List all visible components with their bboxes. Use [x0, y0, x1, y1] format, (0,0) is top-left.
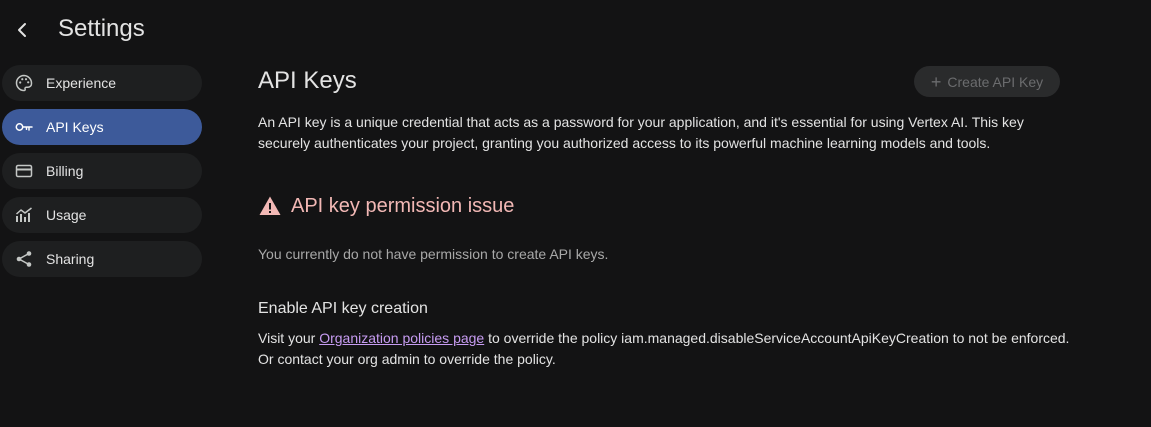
- share-icon: [14, 249, 34, 269]
- permission-warning: API key permission issue: [258, 193, 514, 219]
- plus-icon: +: [930, 71, 942, 92]
- arrow-back-icon: [18, 23, 26, 37]
- palette-icon: [14, 73, 34, 93]
- api-key-description: An API key is a unique credential that a…: [258, 114, 1024, 151]
- back-button[interactable]: [8, 14, 36, 46]
- enable-text-line2: Or contact your org admin to override th…: [258, 351, 556, 367]
- sidebar-item-billing[interactable]: Billing: [2, 153, 202, 189]
- page-title: Settings: [58, 15, 145, 42]
- create-api-key-label: Create API Key: [947, 73, 1044, 90]
- enable-section-title: Enable API key creation: [258, 300, 428, 317]
- enable-instructions: Visit your Organization policies page to…: [258, 328, 1088, 370]
- sidebar-item-label: API Keys: [46, 119, 104, 135]
- sidebar-item-label: Billing: [46, 163, 84, 179]
- create-api-key-button[interactable]: + Create API Key: [914, 66, 1060, 97]
- sidebar-item-api-keys[interactable]: API Keys: [2, 109, 202, 145]
- sidebar: Experience API Keys Billing Usage Sharin…: [2, 65, 202, 285]
- key-icon: [14, 117, 34, 137]
- organization-policies-link[interactable]: Organization policies page: [319, 330, 484, 346]
- sidebar-item-experience[interactable]: Experience: [2, 65, 202, 101]
- enable-text-after: to override the policy iam.managed.disab…: [484, 330, 1070, 346]
- enable-text-before: Visit your: [258, 330, 320, 346]
- permission-message: You currently do not have permission to …: [258, 246, 609, 262]
- bar-chart-icon: [14, 205, 34, 225]
- sidebar-item-label: Sharing: [46, 251, 95, 267]
- sidebar-item-usage[interactable]: Usage: [2, 197, 202, 233]
- section-title: API Keys: [258, 67, 357, 94]
- warning-title: API key permission issue: [291, 195, 515, 217]
- sidebar-item-sharing[interactable]: Sharing: [2, 241, 202, 277]
- sidebar-item-label: Experience: [46, 75, 117, 91]
- credit-card-icon: [14, 161, 34, 181]
- warning-icon: [258, 194, 282, 218]
- settings-page: Settings Experience API Keys Billing Usa…: [0, 0, 1151, 427]
- sidebar-item-label: Usage: [46, 207, 87, 223]
